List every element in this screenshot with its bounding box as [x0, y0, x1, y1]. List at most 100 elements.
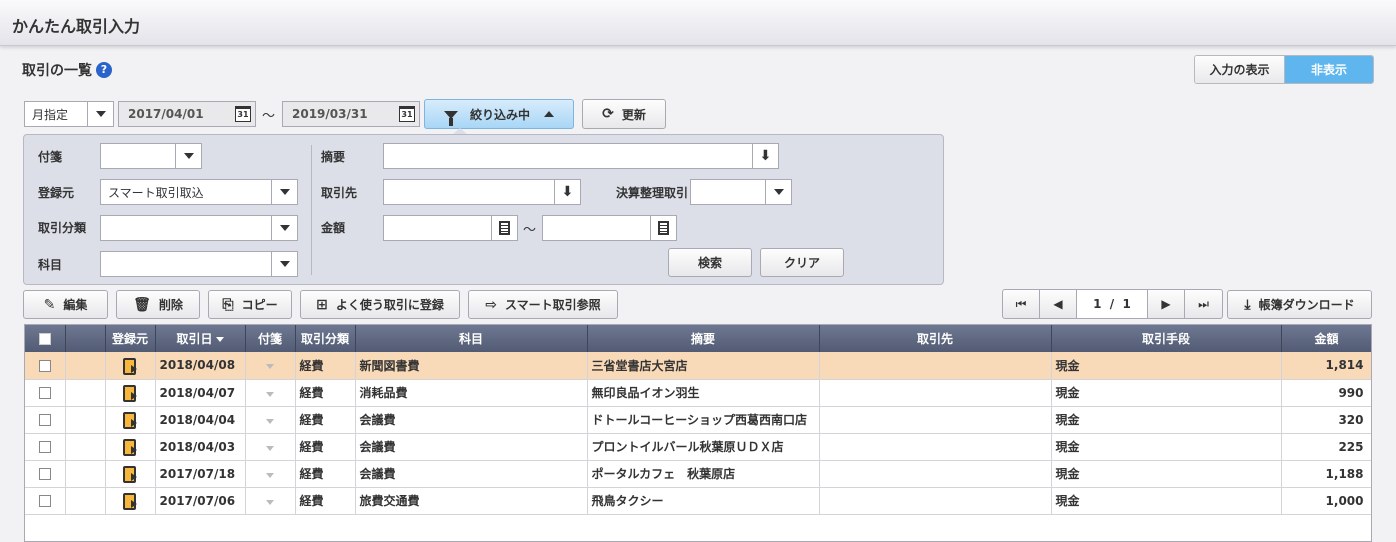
bookmark-add-icon: ⊞ [316, 296, 328, 313]
smart-import-icon [123, 493, 137, 510]
chevron-down-icon[interactable] [87, 102, 113, 126]
row-checkbox[interactable] [38, 495, 51, 507]
filter-divider [311, 145, 312, 275]
closing-select[interactable] [690, 179, 792, 205]
chevron-down-icon[interactable] [271, 216, 297, 240]
period-mode-value: 月指定 [32, 107, 69, 122]
copy-button[interactable]: ⎘ コピー [208, 290, 292, 319]
partner-label: 取引先 [321, 186, 358, 200]
page-indicator: 1 / 1 [1077, 290, 1148, 318]
table-row[interactable]: 2018/04/03 経費 会議費 プロントイルバール秋葉原ＵＤＸ店 現金 22… [25, 433, 1371, 461]
last-page-icon[interactable]: ⏭ [1185, 290, 1222, 318]
app-title: かんたん取引入力 [12, 17, 141, 36]
header-memo[interactable]: 摘要 [587, 325, 820, 352]
refresh-label: 更新 [621, 107, 646, 122]
row-checkbox[interactable] [38, 441, 51, 453]
register-frequent-button[interactable]: ⊞ よく使う取引に登録 [300, 290, 460, 319]
table-row[interactable]: 2017/07/18 経費 会議費 ポータルカフェ 秋葉原店 現金 1,188 [25, 460, 1371, 488]
smart-import-icon [123, 412, 137, 429]
tag-dropdown-icon[interactable] [266, 364, 274, 370]
search-button[interactable]: 検索 [668, 248, 752, 277]
amount-from-input[interactable] [383, 215, 518, 241]
row-checkbox[interactable] [38, 359, 51, 372]
tag-dropdown-icon[interactable] [266, 445, 274, 451]
category-select[interactable] [100, 215, 298, 241]
chevron-down-icon[interactable] [765, 180, 791, 204]
amount-to-input[interactable] [542, 215, 677, 241]
first-page-icon[interactable]: ⏮ [1003, 290, 1040, 318]
smart-import-icon [123, 466, 137, 483]
download-arrow-icon[interactable]: ⬇ [752, 144, 778, 168]
calendar-icon[interactable]: 31 [399, 106, 415, 122]
next-page-icon[interactable]: ▶ [1148, 290, 1185, 318]
clear-button[interactable]: クリア [760, 248, 844, 277]
header-category[interactable]: 取引分類 [295, 325, 356, 352]
smart-ref-button[interactable]: ⇨ スマート取引参照 [468, 290, 618, 319]
memo-label: 摘要 [321, 150, 346, 164]
copy-icon: ⎘ [222, 296, 234, 313]
show-input-button[interactable]: 入力の表示 [1195, 56, 1285, 83]
tag-dropdown-icon[interactable] [266, 499, 274, 505]
hide-input-button[interactable]: 非表示 [1285, 56, 1373, 83]
table-row[interactable]: 2018/04/04 経費 会議費 ドトールコーヒーショップ西葛西南口店 現金 … [25, 406, 1371, 434]
prev-page-icon[interactable]: ◀ [1040, 290, 1077, 318]
table-row[interactable]: 2018/04/08 経費 新聞図書費 三省堂書店大宮店 現金 1,814 [25, 352, 1371, 380]
header-account[interactable]: 科目 [355, 325, 588, 352]
chevron-down-icon[interactable] [175, 144, 201, 168]
help-icon[interactable]: ? [96, 62, 112, 78]
header-tag[interactable]: 付箋 [245, 325, 296, 352]
tag-dropdown-icon[interactable] [266, 418, 274, 424]
amount-range-separator: ～ [523, 223, 537, 238]
filter-toggle-label: 絞り込み中 [469, 107, 530, 122]
chevron-down-icon[interactable] [271, 180, 297, 204]
category-label: 取引分類 [38, 221, 87, 235]
sort-desc-icon [215, 337, 224, 342]
section-title-text: 取引の一覧 [22, 63, 92, 79]
calendar-icon[interactable]: 31 [235, 106, 251, 122]
source-select[interactable]: スマート取引取込 [100, 179, 298, 205]
partner-input[interactable]: ⬇ [383, 179, 581, 205]
tag-select[interactable] [100, 143, 202, 169]
section-title: 取引の一覧 ? [22, 60, 112, 80]
source-value: スマート取引取込 [108, 185, 204, 200]
trash-icon: 🗑 [133, 296, 151, 313]
input-visibility-toggle: 入力の表示 非表示 [1194, 55, 1374, 84]
period-mode-select[interactable]: 月指定 [24, 101, 114, 127]
refresh-button[interactable]: ⟳ 更新 [582, 99, 666, 129]
calculator-icon[interactable] [650, 216, 676, 240]
tag-dropdown-icon[interactable] [266, 472, 274, 478]
row-checkbox[interactable] [38, 387, 51, 399]
delete-button[interactable]: 🗑 削除 [116, 290, 200, 319]
header-partner[interactable]: 取引先 [819, 325, 1052, 352]
refresh-icon: ⟳ [602, 106, 614, 122]
closing-label: 決算整理取引 [616, 186, 689, 200]
filter-toggle-button[interactable]: 絞り込み中 [424, 99, 574, 129]
date-to-field[interactable]: 2019/03/31 31 [282, 101, 420, 127]
chevron-down-icon[interactable] [271, 252, 297, 276]
header-amount[interactable]: 金額 [1281, 325, 1371, 352]
download-arrow-icon[interactable]: ⬇ [554, 180, 580, 204]
memo-input[interactable]: ⬇ [383, 143, 779, 169]
smart-import-icon [123, 385, 137, 402]
pager: ⏮ ◀ 1 / 1 ▶ ⏭ [1002, 289, 1223, 319]
smart-import-icon [123, 439, 137, 456]
header-date[interactable]: 取引日 [155, 325, 246, 352]
row-checkbox[interactable] [38, 468, 51, 480]
download-ledger-button[interactable]: ⤓ 帳簿ダウンロード [1227, 290, 1372, 319]
edit-button[interactable]: ✎ 編集 [23, 290, 108, 319]
table-header-row: 登録元 取引日 付箋 取引分類 科目 摘要 取引先 取引手段 金額 [25, 325, 1371, 352]
table-row[interactable]: 2018/04/07 経費 消耗品費 無印良品イオン羽生 現金 990 [25, 379, 1371, 407]
header-source[interactable]: 登録元 [105, 325, 156, 352]
row-checkbox[interactable] [38, 414, 51, 426]
select-all-header [25, 325, 66, 352]
download-icon: ⤓ [1244, 296, 1251, 313]
date-from-field[interactable]: 2017/04/01 31 [118, 101, 256, 127]
header-method[interactable]: 取引手段 [1051, 325, 1282, 352]
account-select[interactable] [100, 251, 298, 277]
amount-label: 金額 [321, 221, 346, 235]
date-to-value: 2019/03/31 [292, 107, 368, 121]
table-row[interactable]: 2017/07/06 経費 旅費交通費 飛鳥タクシー 現金 1,000 [25, 487, 1371, 515]
select-all-checkbox[interactable] [38, 333, 51, 345]
tag-dropdown-icon[interactable] [266, 391, 274, 397]
calculator-icon[interactable] [491, 216, 517, 240]
